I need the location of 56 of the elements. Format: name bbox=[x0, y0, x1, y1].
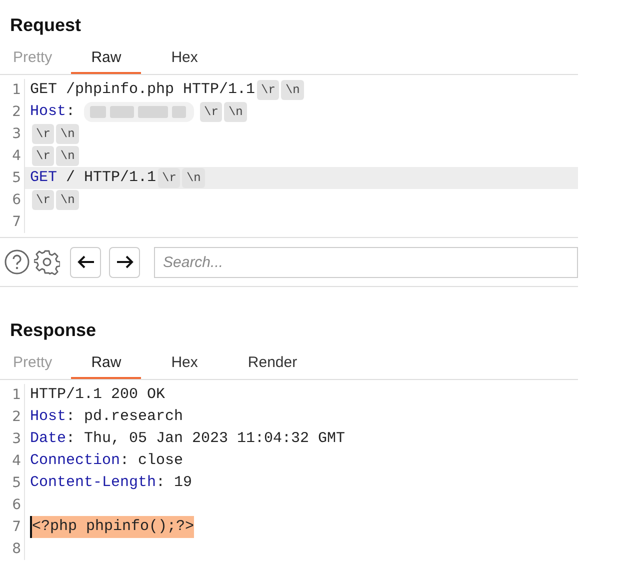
line-number: 6 bbox=[11, 496, 22, 514]
tab[interactable]: Raw bbox=[71, 349, 142, 379]
back-button[interactable] bbox=[70, 246, 101, 278]
tab[interactable]: Render bbox=[228, 349, 318, 379]
tab[interactable]: Raw bbox=[71, 44, 142, 74]
header-name: Host bbox=[30, 406, 66, 427]
panel-title: Response bbox=[9, 319, 98, 342]
header-name: Host bbox=[30, 102, 66, 122]
line-ending-marker: \r bbox=[32, 146, 54, 166]
line-ending-marker: \n bbox=[56, 190, 79, 210]
line-ending-marker: \n bbox=[56, 124, 79, 144]
code-text: : close bbox=[120, 450, 184, 471]
code-text: : bbox=[66, 102, 76, 122]
left-arrow-icon bbox=[76, 255, 94, 269]
settings-icon[interactable] bbox=[34, 249, 60, 275]
line-number: 1 bbox=[11, 386, 22, 404]
code-text: / HTTP/1.1 bbox=[65, 168, 156, 188]
line-ending-marker: \r bbox=[32, 190, 54, 210]
header-name: GET bbox=[30, 168, 58, 188]
code-text: : Thu, 05 Jan 2023 11:04:32 GMT bbox=[66, 428, 346, 449]
line-number: 6 bbox=[11, 190, 22, 210]
line-ending-marker: \r bbox=[200, 102, 222, 122]
code-text: HTTP/1.1 200 OK bbox=[30, 384, 166, 405]
line-ending-marker: \n bbox=[224, 102, 247, 122]
right-arrow-icon bbox=[116, 255, 134, 269]
tab[interactable]: Hex bbox=[151, 349, 218, 379]
header-name: Connection bbox=[30, 450, 120, 471]
code-text: GET /phpinfo.php HTTP/1.1 bbox=[30, 80, 256, 100]
line-number: 7 bbox=[11, 212, 22, 232]
help-icon[interactable] bbox=[4, 249, 30, 275]
line-number: 2 bbox=[11, 408, 22, 426]
header-name: Date bbox=[30, 428, 66, 449]
line-number: 4 bbox=[11, 146, 22, 166]
line-ending-marker: \n bbox=[182, 168, 205, 188]
line-ending-marker: \r bbox=[158, 168, 180, 188]
code-text: : pd.research bbox=[66, 406, 184, 427]
line-number: 1 bbox=[11, 80, 22, 100]
line-ending-marker: \r bbox=[32, 124, 54, 144]
code-text: : 19 bbox=[156, 472, 192, 493]
line-number: 5 bbox=[11, 474, 22, 492]
tab[interactable]: Hex bbox=[151, 44, 218, 74]
line-ending-marker: \n bbox=[281, 80, 304, 100]
line-ending-marker: \r bbox=[257, 80, 280, 100]
line-number: 5 bbox=[11, 168, 22, 188]
panel-title: Request bbox=[9, 14, 82, 37]
line-number: 3 bbox=[11, 430, 22, 448]
line-number: 8 bbox=[11, 540, 22, 558]
search-field[interactable]: Search... bbox=[154, 246, 578, 278]
line-number: 4 bbox=[11, 452, 22, 470]
line-number: 7 bbox=[11, 518, 22, 536]
header-name: Content-Length bbox=[30, 472, 156, 493]
forward-button[interactable] bbox=[109, 246, 140, 278]
line-ending-marker: \n bbox=[56, 146, 79, 166]
selected-text: <?php phpinfo();?> bbox=[30, 516, 194, 538]
line-number: 3 bbox=[11, 124, 22, 144]
line-number: 2 bbox=[11, 102, 22, 122]
